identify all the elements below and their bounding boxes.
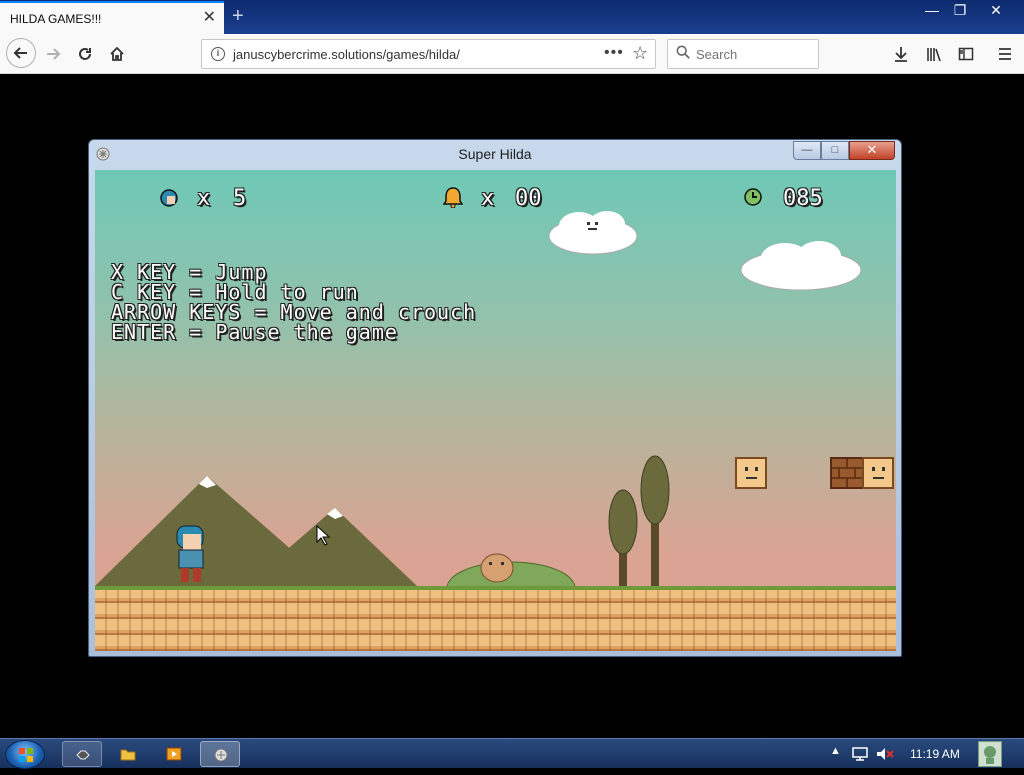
game-maximize-button[interactable]: □ [821,141,849,160]
folder-icon [120,749,136,761]
tab-close-icon[interactable]: ✕ [203,9,216,27]
info-icon[interactable]: i [211,47,225,61]
taskbar-media-player[interactable] [154,741,194,767]
back-button[interactable] [6,38,36,68]
sidebar-button[interactable] [953,41,979,67]
instruction-move: ARROW KEYS = Move and crouch [111,300,477,324]
tree-2 [640,455,670,588]
game-window-controls: — □ ✕ [793,141,895,160]
question-block-1 [735,457,767,489]
game-app-icon [214,748,228,762]
notification-app-icon[interactable] [978,741,1002,767]
instruction-run: C KEY = Hold to run [111,280,359,304]
game-scene [95,211,894,615]
lives-multiplier: x [197,186,211,211]
enemy-creature [480,553,514,583]
url-text[interactable]: januscybercrime.solutions/games/hilda/ [233,47,460,62]
game-window[interactable]: Super Hilda — □ ✕ x 5 x 00 085 X KEY = J… [88,139,902,657]
system-clock[interactable]: 11:19 AM [910,747,960,761]
window-close-button[interactable]: ✕ [980,0,1012,22]
url-bar[interactable]: i januscybercrime.solutions/games/hilda/… [201,39,656,69]
menu-button[interactable] [992,41,1018,67]
bells-count: 00 [515,186,542,211]
bells-multiplier: x [481,186,495,211]
game-canvas[interactable]: x 5 x 00 085 X KEY = Jump C KEY = Hold to… [95,170,896,651]
search-input[interactable] [696,47,811,62]
tray-app-icon [984,746,996,764]
hamburger-menu-icon [999,48,1011,60]
taskbar-super-hilda[interactable] [200,741,240,767]
bookmark-star-icon[interactable]: ☆ [632,43,648,64]
home-button[interactable] [104,41,130,67]
clock-icon [744,188,762,206]
taskbar-firefox[interactable] [62,741,102,767]
lives-head-icon [160,189,178,207]
sidebar-icon [958,47,974,61]
tray-expand-icon[interactable]: ▲ [830,745,841,757]
ground [95,586,896,651]
downloads-button[interactable] [888,41,914,67]
forward-arrow-icon [47,48,61,60]
forward-button[interactable] [40,41,66,67]
network-icon[interactable] [852,747,868,761]
bell-icon [443,187,463,208]
browser-toolbar: i januscybercrime.solutions/games/hilda/… [0,34,1024,74]
back-arrow-icon [13,47,27,59]
instruction-jump: X KEY = Jump [111,260,268,284]
search-icon [676,45,690,59]
library-icon [927,48,941,62]
start-button[interactable] [5,740,45,769]
new-tab-icon[interactable]: + [232,5,244,27]
browser-icon [76,750,90,760]
game-minimize-button[interactable]: — [793,141,821,160]
question-block-2 [862,457,894,489]
download-icon [895,47,907,62]
taskbar: ▲ 11:19 AM [0,738,1024,769]
instructions-panel: X KEY = Jump C KEY = Hold to run ARROW KEY… [111,262,476,342]
reload-button[interactable] [72,41,98,67]
instruction-pause: ENTER = Pause the game [111,320,398,344]
time-count: 085 [783,186,823,211]
game-close-button[interactable]: ✕ [849,141,895,160]
windows-logo-icon [19,748,33,762]
media-player-icon [166,747,182,761]
browser-tab-strip: HILDA GAMES!!! ✕ + — ❐ ✕ [0,0,1024,34]
window-restore-button[interactable]: ❐ [944,0,976,22]
cloud-2 [740,241,862,291]
volume-muted-icon[interactable] [876,747,894,761]
search-box[interactable] [667,39,819,69]
taskbar-explorer[interactable] [108,741,148,767]
brick-block [830,457,864,489]
home-icon [110,46,124,61]
game-window-title: Super Hilda [458,146,532,162]
library-button[interactable] [921,41,947,67]
tab-title: HILDA GAMES!!! [10,12,102,26]
tree-1 [608,489,638,588]
browser-tab[interactable]: HILDA GAMES!!! ✕ [0,1,224,34]
page-actions-icon[interactable]: ••• [604,44,624,62]
cloud-1 [548,211,638,255]
lives-count: 5 [233,186,247,211]
reload-icon [79,48,91,60]
